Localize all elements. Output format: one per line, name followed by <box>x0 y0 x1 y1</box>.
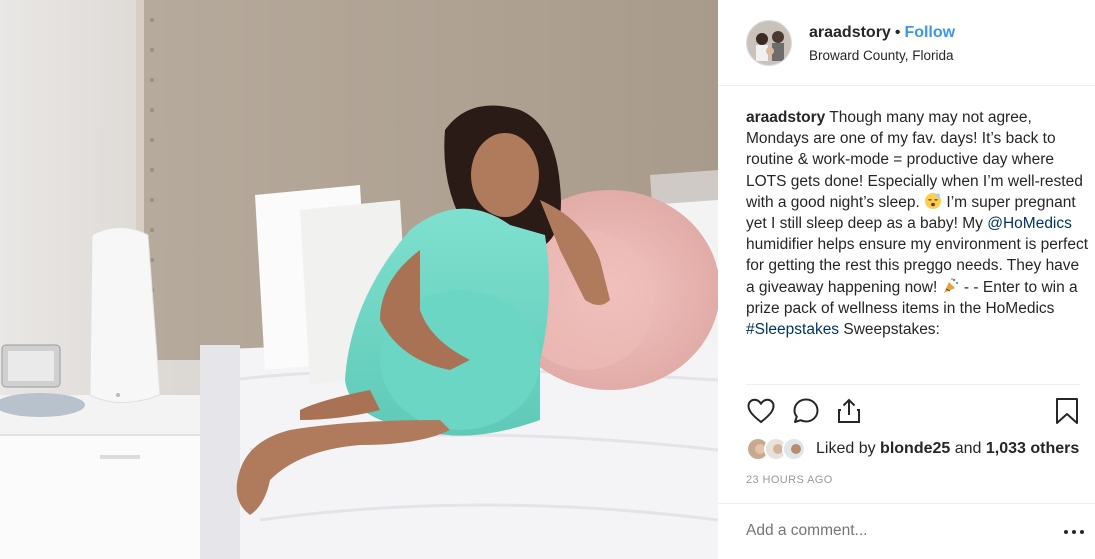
author-username[interactable]: araadstory <box>809 24 891 41</box>
follow-button[interactable]: Follow <box>904 24 955 41</box>
liker-avatar <box>782 437 806 461</box>
more-options-icon[interactable] <box>1064 530 1086 536</box>
sleeping-face-emoji-icon <box>924 192 942 210</box>
party-popper-emoji-icon <box>942 277 960 295</box>
likes-prefix: Liked by <box>816 440 881 457</box>
caption-divider <box>746 384 1080 385</box>
save-button[interactable] <box>1052 396 1082 426</box>
caption-text-5: Sweepstakes: <box>839 321 940 339</box>
bookmark-icon <box>1056 398 1078 424</box>
post-actions <box>746 396 1082 426</box>
post-caption: araadstory Though many may not agree, Mo… <box>746 107 1088 340</box>
post-photo[interactable] <box>0 0 718 559</box>
liker-avatars[interactable] <box>746 437 812 461</box>
share-button[interactable] <box>834 396 864 426</box>
comment-input[interactable] <box>746 522 1026 540</box>
heart-icon <box>747 398 775 424</box>
post-details-panel: araadstory • Follow Broward County, Florid… <box>718 0 1095 559</box>
likes-summary: Liked by blonde25 and 1,033 others <box>816 440 1079 458</box>
liker-username[interactable]: blonde25 <box>880 440 950 457</box>
likes-conjunction: and <box>950 440 986 457</box>
like-button[interactable] <box>746 396 776 426</box>
likes-others-link[interactable]: 1,033 others <box>986 440 1079 457</box>
separator-dot: • <box>894 24 901 41</box>
author-line: araadstory • Follow <box>809 24 955 42</box>
post-header: araadstory • Follow Broward County, Florid… <box>718 0 1095 86</box>
comment-button[interactable] <box>791 396 821 426</box>
post-timestamp[interactable]: 23 HOURS AGO <box>746 474 833 486</box>
author-avatar[interactable] <box>746 20 792 66</box>
comment-icon <box>793 398 819 423</box>
hashtag-sleepstakes[interactable]: #Sleepstakes <box>746 321 839 338</box>
mention-homedics[interactable]: @HoMedics <box>987 215 1072 232</box>
comment-section <box>718 503 1095 559</box>
likes-row: Liked by blonde25 and 1,033 others <box>746 436 1086 462</box>
caption-username[interactable]: araadstory <box>746 109 825 126</box>
post-location[interactable]: Broward County, Florida <box>809 48 954 63</box>
photo-illustration <box>0 0 718 559</box>
avatar-image <box>747 21 791 65</box>
share-icon <box>838 398 860 423</box>
